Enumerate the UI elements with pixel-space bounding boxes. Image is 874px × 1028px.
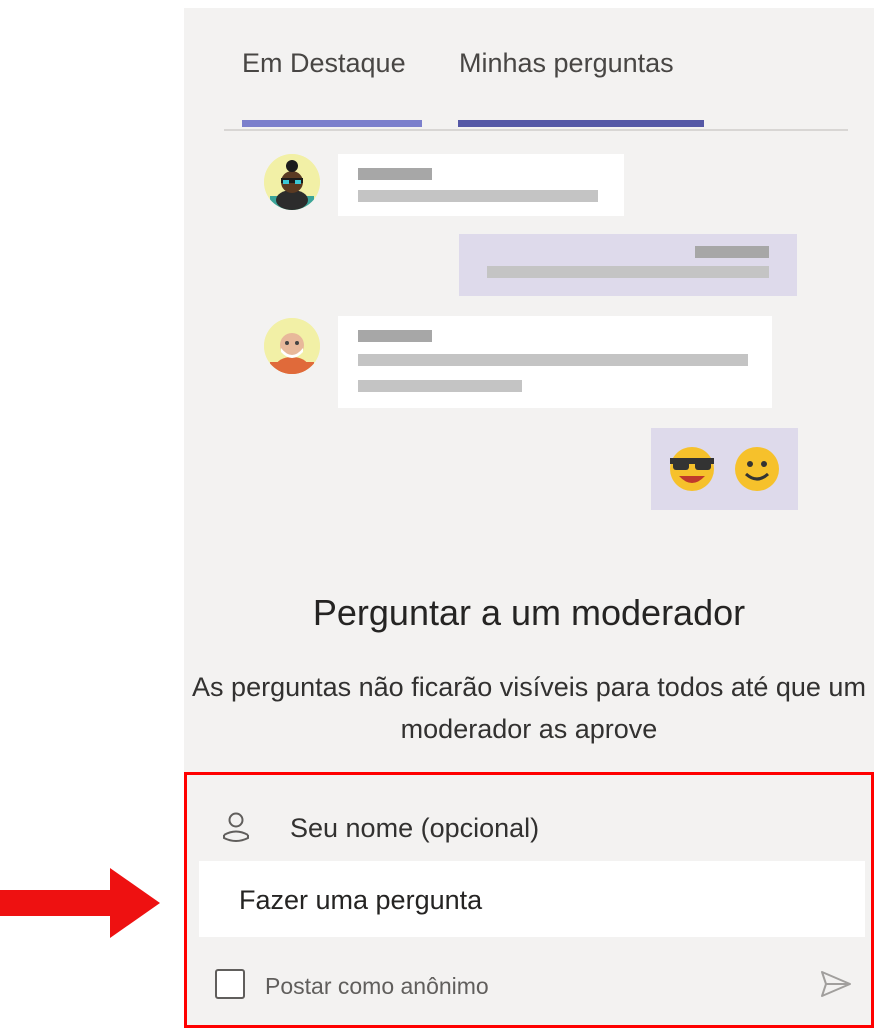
tab-divider bbox=[224, 129, 848, 131]
tab-minhas-perguntas[interactable]: Minhas perguntas bbox=[459, 48, 674, 79]
sunglasses-emoji-icon bbox=[670, 447, 714, 491]
smile-emoji-icon bbox=[735, 447, 779, 491]
name-field[interactable]: Seu nome (opcional) bbox=[215, 801, 855, 857]
emoji-reaction-bubble bbox=[651, 428, 798, 510]
empty-state-description: As perguntas não ficarão visíveis para t… bbox=[192, 672, 866, 744]
screenshot: Em Destaque Minhas perguntas Perguntar a… bbox=[0, 0, 874, 1028]
tab-indicator-minhas-perguntas bbox=[458, 120, 704, 127]
chat-bubble-other bbox=[338, 154, 624, 216]
avatar-man-icon bbox=[264, 318, 320, 374]
question-input[interactable]: Fazer uma pergunta bbox=[199, 861, 865, 937]
compose-area: Seu nome (opcional) Fazer uma pergunta P… bbox=[184, 772, 874, 1028]
anonymous-checkbox[interactable] bbox=[215, 969, 245, 999]
empty-state-heading: Perguntar a um moderador bbox=[312, 592, 746, 633]
anonymous-label: Postar como anônimo bbox=[265, 973, 489, 999]
person-icon bbox=[223, 812, 249, 842]
chat-bubble-mine bbox=[459, 234, 797, 296]
red-arrow-pointer bbox=[0, 868, 160, 938]
question-placeholder: Fazer uma pergunta bbox=[239, 885, 483, 915]
name-placeholder: Seu nome (opcional) bbox=[290, 813, 540, 843]
avatar-woman-icon bbox=[264, 154, 320, 210]
chat-bubble-other-2 bbox=[338, 316, 772, 408]
tab-em-destaque[interactable]: Em Destaque bbox=[242, 48, 406, 79]
send-icon[interactable] bbox=[819, 969, 853, 999]
qa-panel: Em Destaque Minhas perguntas Perguntar a… bbox=[184, 8, 874, 1028]
tab-indicator-em-destaque bbox=[242, 120, 422, 127]
